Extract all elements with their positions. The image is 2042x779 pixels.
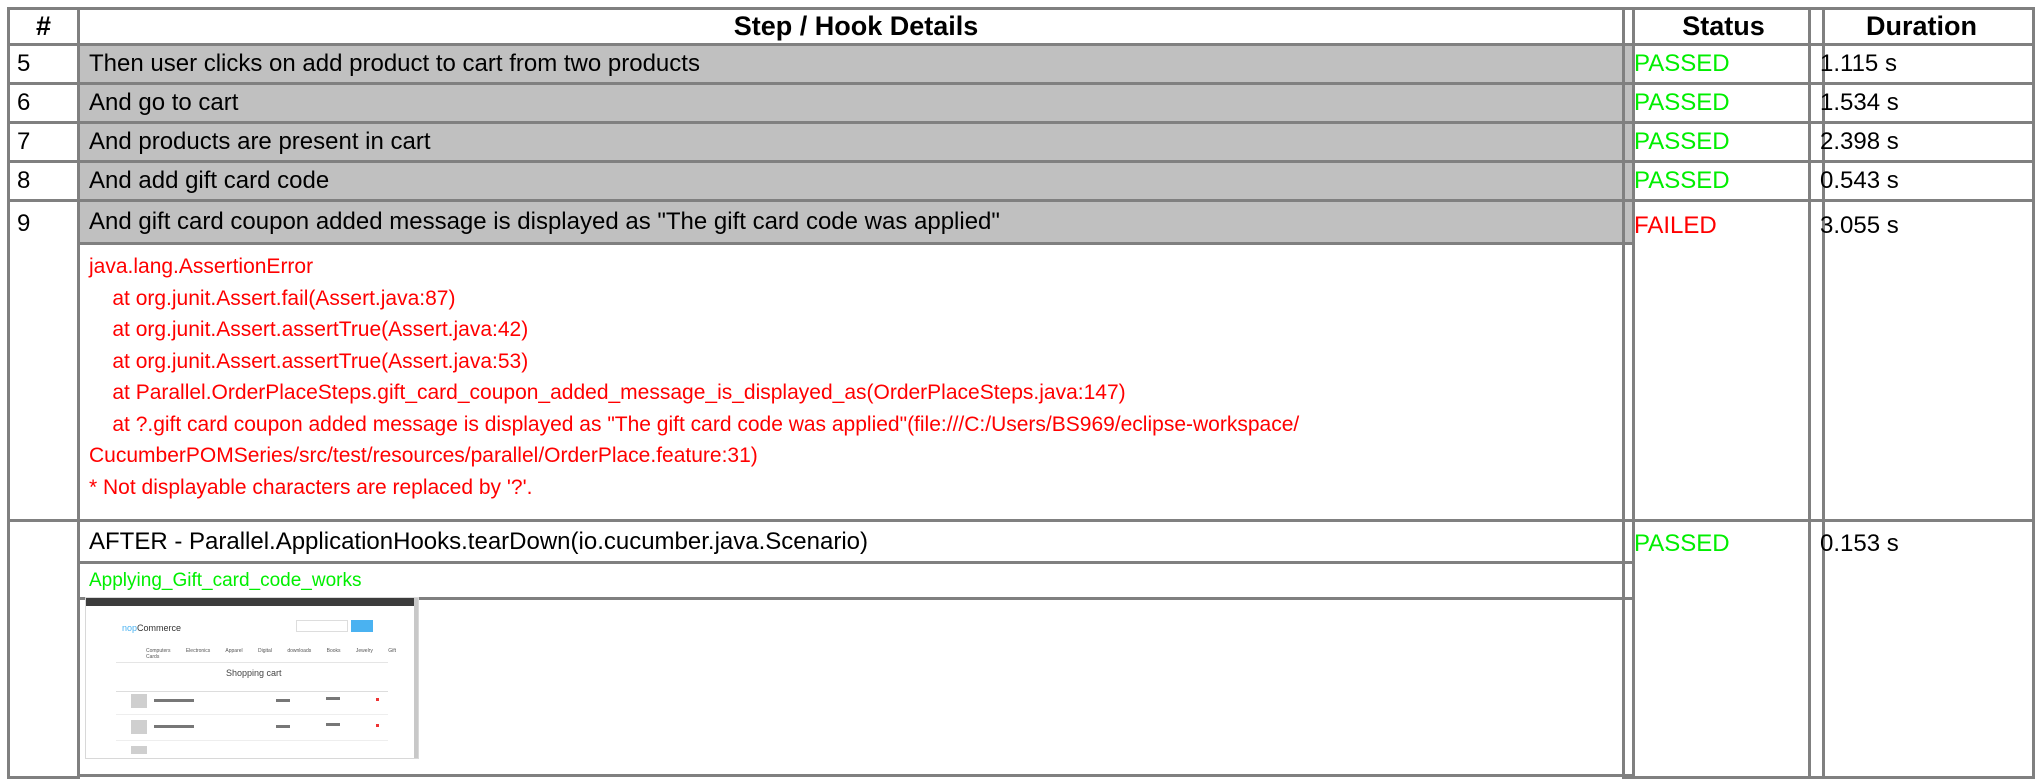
step-status: PASSED [1622,43,1825,85]
thumbnail-remove-icon [376,724,379,727]
thumbnail-product-image [131,720,147,734]
step-duration: 2.398 s [1808,121,2035,163]
step-status: PASSED [1622,160,1825,202]
thumbnail-search-box [296,620,348,632]
thumbnail-search-button [351,620,373,632]
error-line: at org.junit.Assert.assertTrue(Assert.ja… [89,318,529,341]
thumbnail-divider [116,662,388,663]
step-duration: 0.543 s [1808,160,2035,202]
screenshot-thumbnail[interactable]: nopCommerce Computers Electronics Appare… [85,597,419,759]
thumbnail-product-text [154,699,194,702]
thumbnail-remove-icon [376,698,379,701]
step-number: 9 [7,199,80,522]
step-status: PASSED [1622,121,1825,163]
header-duration: Duration [1808,7,2035,46]
error-stacktrace: java.lang.AssertionError at org.junit.As… [77,242,1635,522]
thumbnail-total-text [326,723,340,726]
thumbnail-product-text [154,725,194,728]
step-number-text: 9 [17,210,31,237]
thumbnail-product-image [131,746,147,754]
thumbnail-table-header [116,683,388,692]
step-duration: 1.534 s [1808,82,2035,124]
thumbnail-row-divider [116,740,388,741]
step-number: 8 [7,160,80,202]
step-duration: 3.055 s [1808,199,2035,522]
error-line: java.lang.AssertionError [89,255,314,278]
error-line: at ?.gift card coupon added message is d… [89,412,1300,436]
step-text: And add gift card code [77,160,1635,202]
header-num: # [7,7,80,46]
thumbnail-logo-suffix: Commerce [137,623,182,633]
error-line: at org.junit.Assert.fail(Assert.java:87) [89,286,456,310]
step-text: And gift card coupon added message is di… [77,199,1635,245]
thumbnail-product-image [131,694,147,708]
embedding-link[interactable]: Applying_Gift_card_code_works [77,561,1635,600]
hook-number-cell [7,519,80,779]
error-line: at org.junit.Assert.assertTrue(Assert.ja… [89,349,529,373]
step-number: 7 [7,121,80,163]
header-details: Step / Hook Details [77,7,1635,46]
thumbnail-price-text [276,699,290,702]
thumbnail-page-title: Shopping cart [226,668,282,678]
thumbnail-price-text [276,725,290,728]
step-text: And products are present in cart [77,121,1635,163]
error-line: at Parallel.OrderPlaceSteps.gift_card_co… [89,381,1126,404]
thumbnail-logo: nopCommerce [122,623,181,633]
thumbnail-scrollbar [414,598,418,758]
error-line: * Not displayable characters are replace… [89,475,533,499]
step-number: 5 [7,43,80,85]
hook-text: AFTER - Parallel.ApplicationHooks.tearDo… [77,519,1635,564]
step-duration: 1.115 s [1808,43,2035,85]
thumbnail-total-text [326,697,340,700]
error-line: CucumberPOMSeries/src/test/resources/par… [89,444,758,467]
step-status: PASSED [1622,82,1825,124]
thumbnail-row-divider [116,714,388,715]
hook-status: PASSED [1622,519,1825,779]
thumbnail-topbar [86,598,418,606]
header-status: Status [1622,7,1825,46]
hook-duration: 0.153 s [1808,519,2035,779]
step-text: And go to cart [77,82,1635,124]
step-status: FAILED [1622,199,1825,522]
thumbnail-logo-prefix: nop [122,623,138,633]
thumbnail-nav: Computers Electronics Apparel Digital do… [146,648,397,660]
step-number: 6 [7,82,80,124]
step-text: Then user clicks on add product to cart … [77,43,1635,85]
